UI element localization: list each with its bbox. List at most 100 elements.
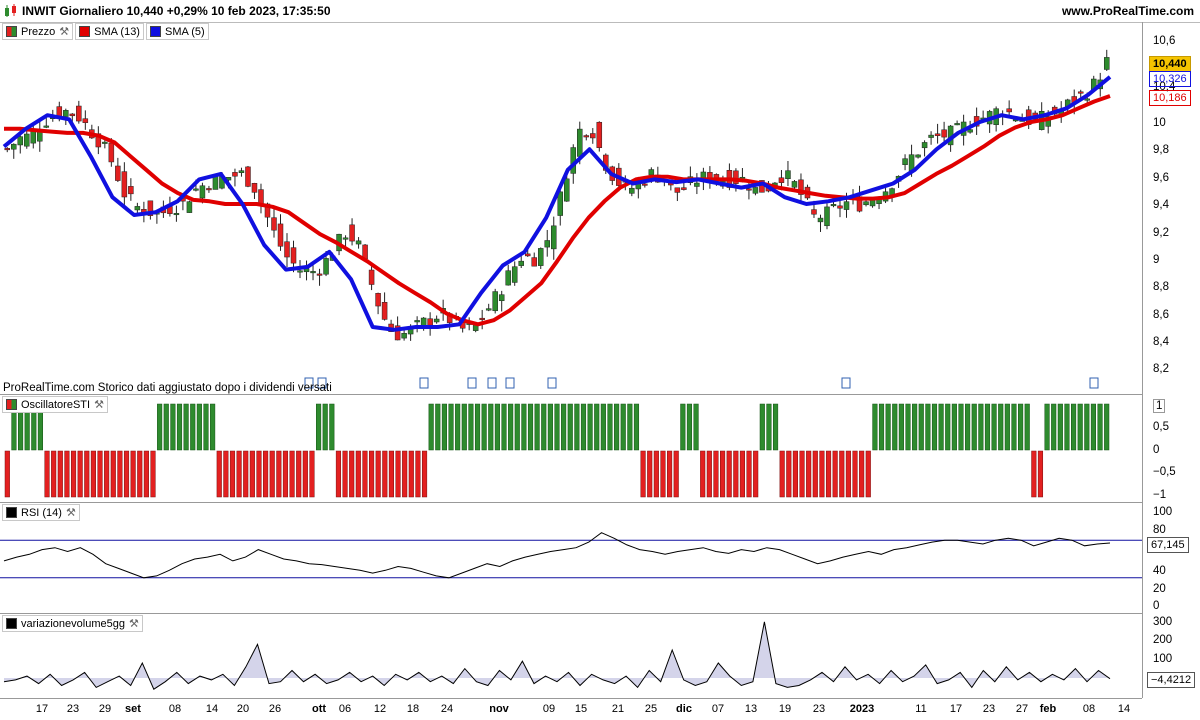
tick: 200 [1153,634,1173,646]
osc-bar-up [329,403,335,451]
legend-volume[interactable]: variazionevolume5gg ⚒ [2,615,143,632]
x-axis-label: 23 [982,703,996,715]
wrench-icon[interactable]: ⚒ [66,506,76,519]
candle [577,128,583,157]
osc-bar-up [978,403,984,451]
osc-bar-up [322,403,328,451]
osc-bar-down [667,450,673,498]
osc-bar-down [746,450,752,498]
osc-bar-up [991,403,997,451]
osc-bar-up [561,403,567,451]
osc-bar-up [455,403,461,451]
osc-bar-down [57,450,63,498]
osc-bar-up [547,403,553,451]
price-axis[interactable]: 10,6 10,4 10 9,8 9,6 9,4 9,2 9 8,8 8,6 8… [1143,22,1200,394]
legend-sma5-label: SMA (5) [164,25,205,38]
x-axis-label: 12 [373,703,387,715]
wrench-icon[interactable]: ⚒ [59,25,69,38]
osc-bar-down [382,450,388,498]
osc-bar-up [580,403,587,451]
osc-bar-up [1064,403,1070,451]
osc-bar-down [355,450,361,498]
osc-bar-up [488,403,494,451]
osc-bar-up [183,403,189,451]
candle [915,154,921,158]
candle [642,183,648,186]
candle [310,271,316,274]
x-axis-label: feb [1039,703,1057,715]
legend-rsi[interactable]: RSI (14) ⚒ [2,504,80,521]
osc-bar-down [269,450,275,498]
candle [102,141,108,144]
osc-bar-down [249,450,255,498]
sma13-swatch [79,26,91,37]
osc-bar-up [176,403,183,451]
osc-axis[interactable]: 1 0,5 0 −0,5 −1 [1143,395,1200,502]
osc-bar-down [753,450,759,498]
osc-bar-down [349,450,355,498]
candle [954,123,960,126]
osc-bar-up [1104,403,1110,451]
osc-bar-up [316,403,322,451]
osc-bar-down [289,450,295,498]
osc-bar-down [388,450,394,498]
osc-bar-down [779,450,785,498]
x-axis-label: 13 [744,703,758,715]
candle [401,333,407,339]
dividend-icon [1089,377,1099,389]
candle [1077,91,1084,94]
legend-oscillator[interactable]: OscillatoreSTI ⚒ [2,396,108,413]
chart-canvas [0,49,1142,690]
osc-bar-up [614,403,620,451]
rsi-legend: RSI (14) ⚒ [2,504,80,521]
x-axis-label: 15 [574,703,588,715]
legend-sma13[interactable]: SMA (13) [75,23,144,40]
candle [11,143,17,150]
candle [316,273,323,276]
x-axis-label: 08 [168,703,182,715]
candle [232,172,238,177]
x-axis-label: 23 [66,703,80,715]
dividend-icon [505,377,515,389]
sma5-line [2,75,1112,332]
osc-bar-up [1011,403,1017,451]
tick: 40 [1153,565,1166,577]
rsi-axis[interactable]: 100 80 40 20 0 67,145 [1143,503,1200,613]
tick: 0,5 [1153,421,1169,433]
x-axis-label: 14 [1117,703,1131,715]
tick: −0,5 [1153,466,1176,478]
osc-bar-down [64,450,70,498]
x-axis-label: set [125,703,141,715]
candle [206,188,212,191]
candle [277,223,284,247]
candle [193,188,199,191]
x-axis-label: 25 [644,703,658,715]
candle [375,293,381,307]
candle [694,182,700,187]
candle [115,165,121,181]
tick: 100 [1153,653,1173,665]
osc-bar-up [905,403,911,451]
candle [902,158,908,165]
osc-bar-down [44,450,50,498]
volume-area [4,621,1110,690]
legend-sma5[interactable]: SMA (5) [145,23,209,40]
osc-bar-up [1057,403,1063,451]
prezzo-swatch [6,26,17,37]
x-axis-label: 26 [268,703,282,715]
wrench-icon[interactable]: ⚒ [94,398,104,411]
osc-bar-down [342,450,348,498]
legend-prezzo[interactable]: Prezzo ⚒ [2,23,74,40]
x-axis-label: nov [489,703,509,715]
candle [134,206,141,211]
legend-rsi-label: RSI (14) [21,506,62,519]
candle [629,187,635,194]
x-axis-label: 06 [338,703,352,715]
osc-bar-up [693,403,699,451]
candle [843,201,850,210]
osc-bar-up [984,403,991,451]
osc-bar-down [150,450,156,498]
wrench-icon[interactable]: ⚒ [129,617,139,630]
osc-bar-up [157,403,163,451]
vol-axis[interactable]: 300 200 100 −4,4212 [1143,614,1200,698]
